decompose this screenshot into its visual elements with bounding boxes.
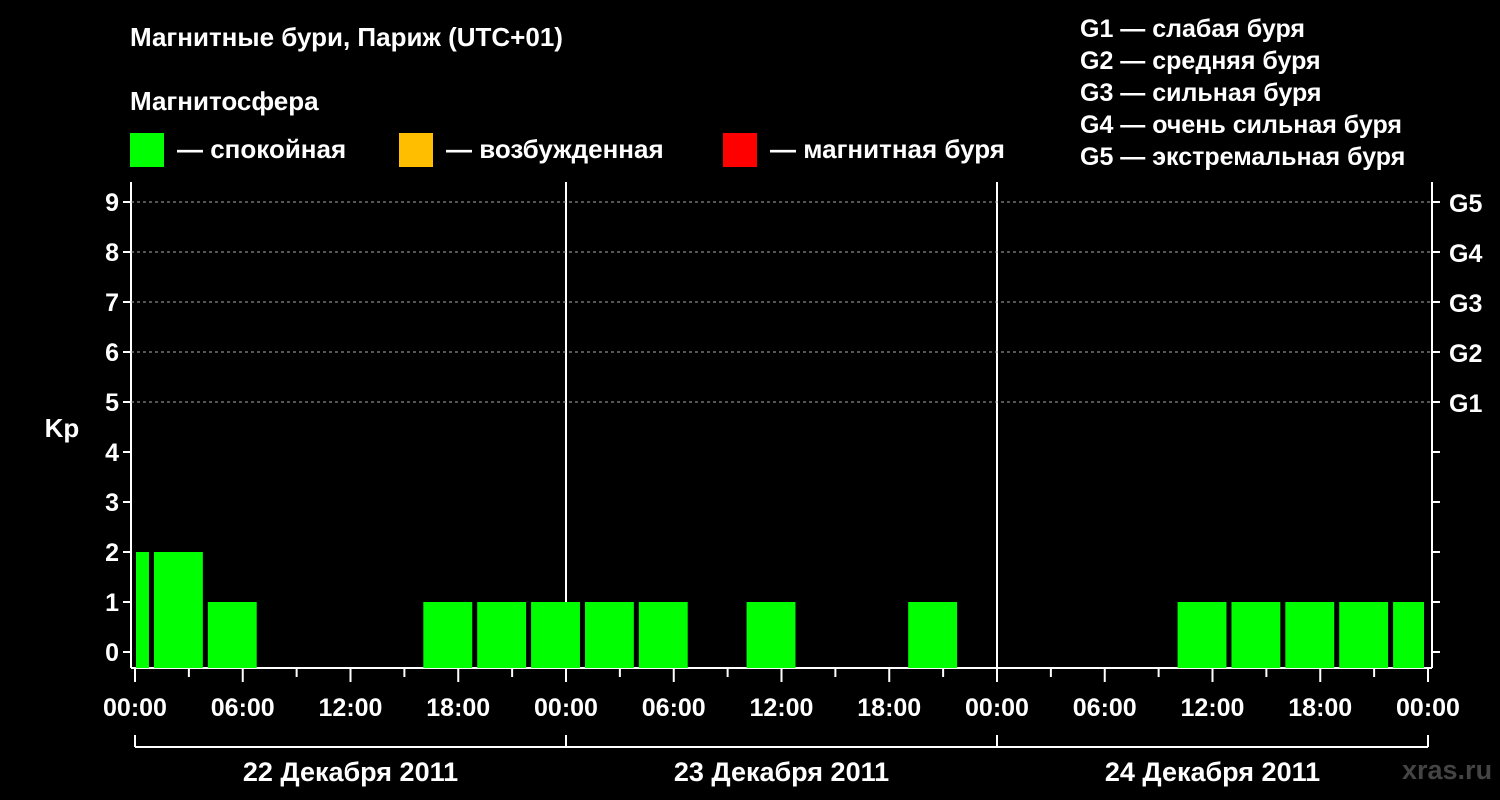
g-tick-label: G4 xyxy=(1449,240,1482,268)
day-label: 24 Декабря 2011 xyxy=(1105,757,1320,787)
x-tick-label: 00:00 xyxy=(965,694,1029,722)
x-tick-label: 00:00 xyxy=(103,694,167,722)
kp-bar xyxy=(136,552,149,668)
kp-bar xyxy=(584,602,634,668)
kp-bar xyxy=(1177,602,1227,668)
y-tick-label: 4 xyxy=(105,439,119,467)
kp-bar xyxy=(1393,602,1424,668)
y-tick-label: 1 xyxy=(105,589,119,617)
kp-bar xyxy=(1231,602,1281,668)
x-tick-label: 06:00 xyxy=(642,694,706,722)
y-tick-label: 3 xyxy=(105,489,119,517)
g-tick-label: G1 xyxy=(1449,390,1482,418)
kp-chart: 0 1 2 3 4 5 6 7 8 9 G1 G2 G3 G4 G5 Kp 00:00 06:00 12:00 18:… xyxy=(45,182,1482,787)
day-label: 22 Декабря 2011 xyxy=(243,757,458,787)
g-tick-label: G2 xyxy=(1449,340,1482,368)
day-label: 23 Декабря 2011 xyxy=(674,757,889,787)
kp-bar xyxy=(531,602,580,668)
kp-bar xyxy=(908,602,958,668)
kp-bar xyxy=(1339,602,1389,668)
x-tick-label: 12:00 xyxy=(319,694,383,722)
x-tick-label: 12:00 xyxy=(1181,694,1245,722)
y-tick-label: 5 xyxy=(105,389,119,417)
g-tick-label: G5 xyxy=(1449,190,1482,218)
kp-bar xyxy=(207,602,257,668)
x-tick-label: 06:00 xyxy=(1073,694,1137,722)
kp-bar xyxy=(1285,602,1335,668)
x-tick-label: 00:00 xyxy=(1396,694,1460,722)
watermark: xras.ru xyxy=(1402,755,1493,785)
y-axis-label: Kp xyxy=(45,413,80,443)
x-tick-label: 18:00 xyxy=(857,694,921,722)
kp-bar xyxy=(153,552,203,668)
x-tick-label: 12:00 xyxy=(750,694,814,722)
y-tick-label: 6 xyxy=(105,339,119,367)
y-tick-label: 0 xyxy=(105,639,119,667)
x-tick-label: 06:00 xyxy=(211,694,275,722)
kp-bar xyxy=(423,602,473,668)
kp-bar xyxy=(638,602,688,668)
x-tick-label: 00:00 xyxy=(534,694,598,722)
x-tick-label: 18:00 xyxy=(426,694,490,722)
kp-bar xyxy=(746,602,796,668)
y-tick-label: 8 xyxy=(105,239,119,267)
y-tick-label: 7 xyxy=(105,289,119,317)
kp-bar xyxy=(477,602,527,668)
g-tick-label: G3 xyxy=(1449,290,1482,318)
y-tick-label: 2 xyxy=(105,539,119,567)
x-tick-label: 18:00 xyxy=(1288,694,1352,722)
y-tick-label: 9 xyxy=(105,189,119,217)
